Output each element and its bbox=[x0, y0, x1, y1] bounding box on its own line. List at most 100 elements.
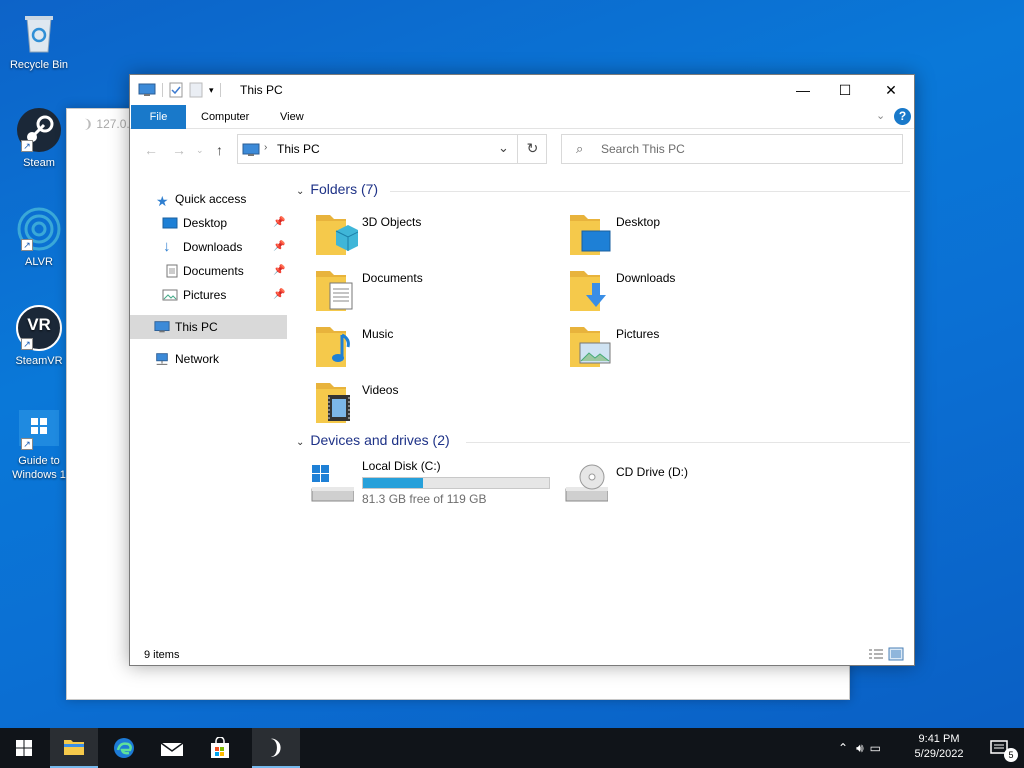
pictures-icon bbox=[162, 289, 178, 301]
nav-item-this-pc[interactable]: This PC bbox=[130, 315, 287, 339]
collapse-chevron-icon: ⌄ bbox=[296, 186, 305, 197]
help-icon[interactable]: ? bbox=[894, 108, 911, 125]
refresh-icon: ↻ bbox=[526, 140, 539, 156]
this-pc-icon bbox=[154, 321, 170, 333]
alvr-icon: ↗ bbox=[15, 205, 63, 253]
pin-icon[interactable]: 📌 bbox=[273, 211, 285, 235]
volume-icon[interactable]: 🔊︎ bbox=[856, 741, 864, 756]
notification-center-button[interactable]: 5 bbox=[976, 728, 1024, 768]
window-title: This PC bbox=[240, 83, 283, 97]
loading-spinner-icon: ❩ bbox=[83, 117, 94, 131]
taskbar-mail[interactable] bbox=[148, 728, 196, 768]
folder-videos[interactable]: Videos bbox=[290, 377, 530, 429]
customize-toolbar-icon[interactable]: ▾ bbox=[209, 85, 214, 96]
status-bar-item-count: 9 items bbox=[144, 649, 180, 661]
shortcut-arrow-icon: ↗ bbox=[21, 239, 33, 251]
refresh-button[interactable]: ↻ bbox=[517, 134, 547, 164]
content-pane: ⌄ Folders (7) 3D Objects Desktop Document… bbox=[290, 175, 910, 635]
this-pc-icon bbox=[242, 143, 260, 156]
folder-3d-objects[interactable]: 3D Objects bbox=[290, 209, 530, 261]
drive-usage-bar bbox=[362, 477, 550, 489]
drive-cd-d[interactable]: CD Drive (D:) bbox=[544, 459, 784, 511]
recent-locations-chevron-icon[interactable]: ⌄ bbox=[196, 145, 204, 156]
show-hidden-icons-chevron-icon[interactable]: ⌃ bbox=[838, 741, 848, 755]
desktop-icon-label: SteamVR bbox=[15, 355, 63, 367]
back-arrow-icon[interactable]: ← bbox=[144, 142, 158, 158]
desktop-icon-guide[interactable]: ↗ Guide to Windows 1 bbox=[4, 404, 74, 482]
maximize-button[interactable]: ☐ bbox=[822, 75, 868, 105]
desktop-icon-recycle-bin[interactable]: Recycle Bin bbox=[4, 8, 74, 72]
tab-computer[interactable]: Computer bbox=[187, 105, 263, 129]
desktop-icon-label: ALVR bbox=[25, 256, 53, 268]
group-divider bbox=[390, 191, 910, 192]
forward-arrow-icon[interactable]: → bbox=[172, 142, 186, 158]
drive-usage-fill bbox=[363, 478, 423, 488]
taskbar-edge[interactable] bbox=[100, 728, 148, 768]
desktop-folder-icon bbox=[570, 215, 611, 255]
nav-quick-access[interactable]: ★ Quick access bbox=[130, 187, 287, 211]
address-dropdown-icon[interactable]: ⌄ bbox=[498, 140, 509, 156]
quick-access-toolbar: ▾ bbox=[138, 82, 221, 98]
start-button[interactable] bbox=[0, 728, 48, 768]
nav-item-pictures[interactable]: Pictures 📌 bbox=[130, 283, 287, 307]
folder-documents[interactable]: Documents bbox=[290, 265, 530, 317]
up-arrow-icon[interactable]: ↑ bbox=[216, 142, 223, 158]
taskbar-alvr[interactable]: ❩ bbox=[252, 728, 300, 768]
desktop-icon-steam[interactable]: ↗ Steam bbox=[4, 106, 74, 170]
system-tray: ⌃ 🔊︎ ▭ bbox=[838, 728, 881, 768]
taskbar-file-explorer[interactable] bbox=[50, 728, 98, 768]
pin-icon[interactable]: 📌 bbox=[273, 259, 285, 283]
nav-item-network[interactable]: Network bbox=[130, 347, 287, 371]
edge-icon bbox=[114, 738, 134, 758]
3d-objects-folder-icon bbox=[316, 215, 358, 255]
pin-icon[interactable]: 📌 bbox=[273, 235, 285, 259]
drive-local-disk-c[interactable]: Local Disk (C:) 81.3 GB free of 119 GB bbox=[290, 459, 560, 511]
properties-icon[interactable] bbox=[169, 82, 183, 98]
large-icons-view-icon[interactable] bbox=[888, 647, 904, 661]
folder-music[interactable]: Music bbox=[290, 321, 530, 373]
folder-desktop[interactable]: Desktop bbox=[544, 209, 784, 261]
new-folder-icon[interactable] bbox=[189, 82, 203, 98]
this-pc-icon bbox=[138, 83, 156, 96]
desktop-icon-alvr[interactable]: ↗ ALVR bbox=[4, 205, 74, 269]
title-bar[interactable]: ▾ This PC — ☐ ✕ bbox=[130, 75, 914, 105]
nav-item-downloads[interactable]: ↓ Downloads 📌 bbox=[130, 235, 287, 259]
folder-pictures[interactable]: Pictures bbox=[544, 321, 784, 373]
network-status-icon[interactable]: ▭ bbox=[870, 741, 881, 755]
shortcut-arrow-icon: ↗ bbox=[21, 438, 33, 450]
separator bbox=[162, 83, 163, 97]
close-button[interactable]: ✕ bbox=[868, 75, 914, 105]
address-field[interactable]: › This PC ⌄ bbox=[237, 134, 547, 164]
tab-view[interactable]: View bbox=[266, 105, 318, 129]
desktop-icon-label: Steam bbox=[23, 157, 55, 169]
breadcrumb-this-pc[interactable]: This PC bbox=[277, 142, 320, 156]
taskbar-clock[interactable]: 9:41 PM 5/29/2022 bbox=[906, 732, 972, 762]
desktop-icon-steamvr[interactable]: VR ↗ SteamVR bbox=[4, 304, 74, 368]
folder-icon bbox=[64, 740, 84, 755]
network-icon bbox=[156, 353, 168, 365]
breadcrumb-separator-icon[interactable]: › bbox=[264, 142, 267, 153]
recycle-bin-icon bbox=[15, 8, 63, 56]
minimize-button[interactable]: — bbox=[780, 75, 826, 105]
tab-file[interactable]: File bbox=[131, 105, 186, 129]
separator bbox=[219, 83, 221, 97]
expand-ribbon-icon[interactable]: ⌄ bbox=[876, 109, 885, 122]
nav-item-desktop[interactable]: Desktop 📌 bbox=[130, 211, 287, 235]
search-input[interactable]: ⌕ Search This PC bbox=[561, 134, 903, 164]
devices-group-header[interactable]: ⌄ Devices and drives (2) bbox=[296, 432, 450, 448]
notification-count-badge: 5 bbox=[1004, 748, 1018, 762]
collapse-chevron-icon: ⌄ bbox=[296, 437, 305, 448]
taskbar-store[interactable] bbox=[196, 728, 244, 768]
details-view-icon[interactable] bbox=[868, 647, 884, 661]
shortcut-arrow-icon: ↗ bbox=[21, 140, 33, 152]
ribbon-tabs: File Computer View ⌄ ? bbox=[130, 105, 914, 129]
folder-downloads[interactable]: Downloads bbox=[544, 265, 784, 317]
music-folder-icon bbox=[316, 327, 350, 367]
nav-item-documents[interactable]: Documents 📌 bbox=[130, 259, 287, 283]
desktop-icon bbox=[162, 217, 178, 229]
folders-group-header[interactable]: ⌄ Folders (7) bbox=[296, 181, 378, 197]
desktop-icon-label: Guide to Windows 1 bbox=[12, 455, 66, 481]
pin-icon[interactable]: 📌 bbox=[273, 283, 285, 307]
file-explorer-window[interactable]: ▾ This PC — ☐ ✕ File Computer View ⌄ ? ←… bbox=[129, 74, 915, 666]
navigation-pane: ★ Quick access Desktop 📌 ↓ Downloads 📌 D… bbox=[130, 185, 287, 635]
